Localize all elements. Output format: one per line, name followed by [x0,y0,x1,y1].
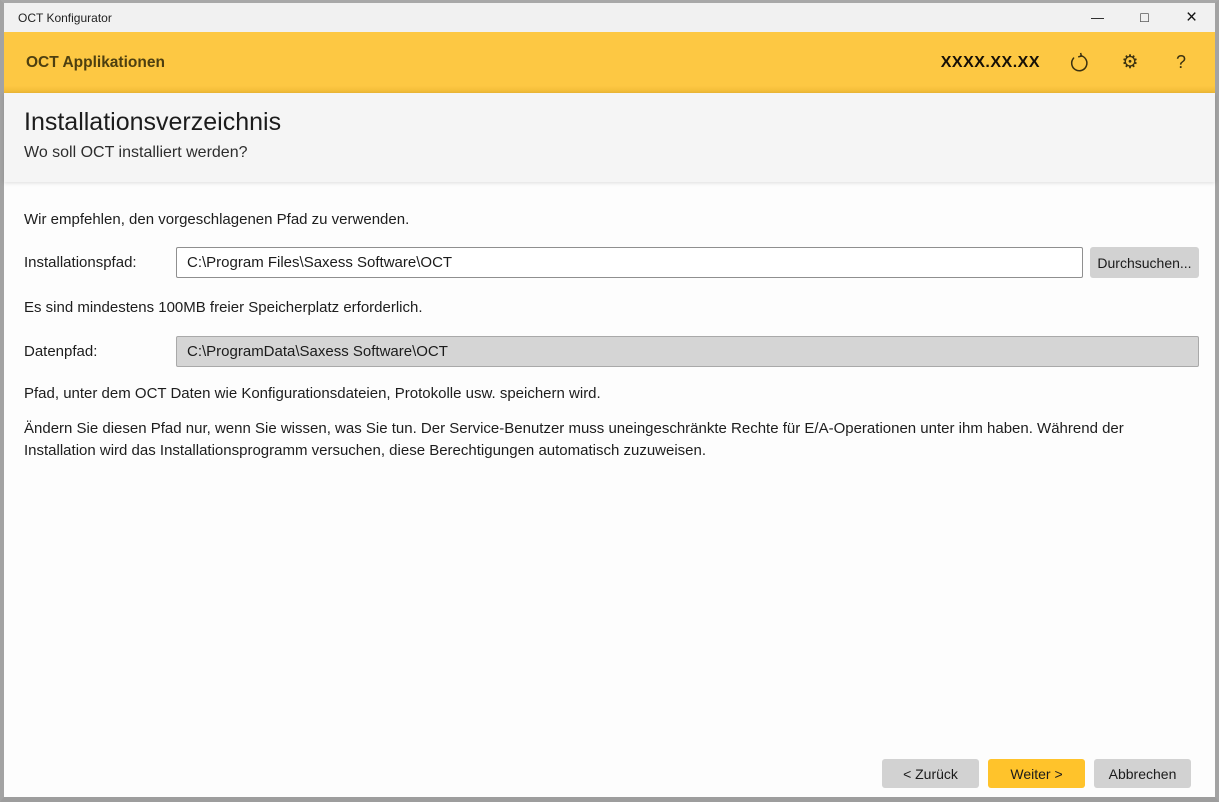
refresh-icon[interactable] [1067,51,1091,75]
page-header: Installationsverzeichnis Wo soll OCT ins… [4,93,1215,182]
cancel-button[interactable]: Abbrechen [1094,759,1191,788]
intro-text: Wir empfehlen, den vorgeschlagenen Pfad … [24,209,1199,231]
app-header-bar: OCT Applikationen XXXX.XX.XX ⚙ ? [4,32,1215,93]
settings-gear-icon[interactable]: ⚙ [1118,51,1142,75]
app-header-actions: XXXX.XX.XX ⚙ ? [941,51,1193,75]
disk-space-note: Es sind mindestens 100MB freier Speicher… [24,297,1199,319]
version-label: XXXX.XX.XX [941,54,1040,72]
page-subtitle: Wo soll OCT installiert werden? [24,142,1195,163]
install-path-input[interactable] [176,247,1083,278]
app-window: OCT Konfigurator — □ × OCT Applikationen… [0,0,1219,802]
browse-button[interactable]: Durchsuchen... [1090,247,1199,278]
titlebar: OCT Konfigurator — □ × [4,3,1215,32]
warning-text: Ändern Sie diesen Pfad nur, wenn Sie wis… [24,418,1199,462]
window-title: OCT Konfigurator [18,11,112,25]
install-path-label: Installationspfad: [24,254,176,271]
wizard-navigation: < Zurück Weiter > Abbrechen [882,759,1191,788]
minimize-button[interactable]: — [1074,3,1121,32]
data-path-note: Pfad, unter dem OCT Daten wie Konfigurat… [24,383,1199,405]
data-path-label: Datenpfad: [24,343,176,360]
back-button[interactable]: < Zurück [882,759,979,788]
next-button[interactable]: Weiter > [988,759,1085,788]
install-path-row: Installationspfad: Durchsuchen... [24,247,1199,278]
window-controls: — □ × [1074,3,1215,32]
data-path-row: Datenpfad: [24,336,1199,367]
help-icon[interactable]: ? [1169,51,1193,75]
app-title: OCT Applikationen [26,54,165,72]
maximize-button[interactable]: □ [1121,3,1168,32]
content-area: Wir empfehlen, den vorgeschlagenen Pfad … [4,182,1215,797]
close-button[interactable]: × [1168,3,1215,32]
page-title: Installationsverzeichnis [24,106,1195,139]
data-path-input [176,336,1199,367]
